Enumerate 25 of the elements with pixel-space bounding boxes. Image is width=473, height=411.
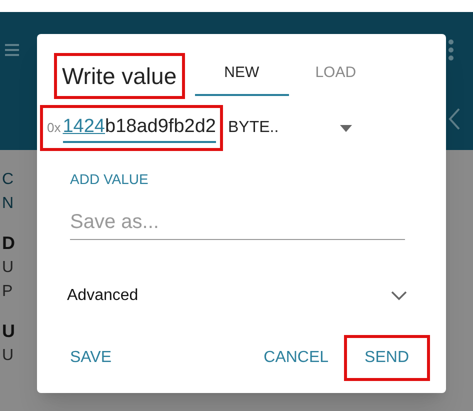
chevron-left-icon[interactable] — [448, 108, 460, 130]
list-text: U — [2, 260, 15, 276]
list-text: U — [2, 322, 15, 340]
hex-prefix: 0x — [47, 119, 61, 138]
advanced-toggle[interactable]: Advanced — [67, 284, 407, 308]
cancel-button[interactable]: CANCEL — [264, 346, 329, 370]
add-value-link[interactable]: ADD VALUE — [70, 170, 148, 188]
value-field[interactable]: 0x 1424b18ad9fb2d2 — [43, 108, 220, 148]
list-text: D — [2, 234, 15, 252]
save-as-field[interactable]: Save as... — [70, 206, 405, 240]
dialog-title: Write value — [62, 62, 177, 88]
send-button[interactable]: SEND — [346, 338, 427, 378]
menu-icon[interactable] — [4, 42, 20, 58]
tab[interactable]: NEW — [194, 52, 289, 96]
more-icon[interactable] — [447, 38, 455, 62]
dropdown-icon — [340, 124, 352, 132]
value-text: 1424b18ad9fb2d2 — [62, 112, 216, 144]
chevron-icon — [391, 291, 407, 301]
list-text: P — [2, 284, 14, 300]
type-select[interactable]: BYTE.. — [228, 116, 352, 140]
tab[interactable]: LOAD — [288, 52, 383, 96]
list-text: U — [2, 348, 15, 364]
save-button[interactable]: SAVE — [70, 346, 112, 370]
list-text: C — [2, 172, 15, 188]
list-text: N — [2, 196, 15, 212]
